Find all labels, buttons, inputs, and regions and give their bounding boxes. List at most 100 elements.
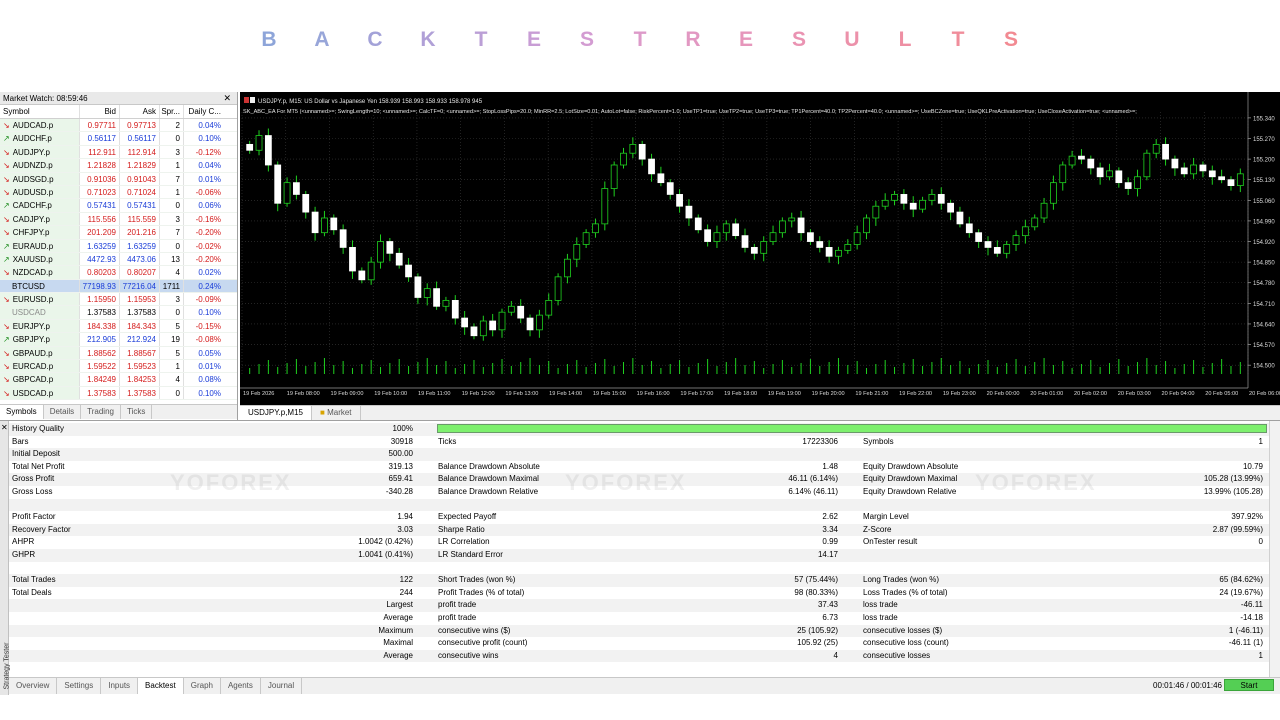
tab-journal[interactable]: Journal [261,678,303,694]
market-watch-row[interactable]: ↘ NZDCAD.p 0.80203 0.80207 4 0.02% [0,266,237,280]
market-watch-row[interactable]: ↘ EURUSD.p 1.15950 1.15953 3 -0.09% [0,293,237,307]
bear-candle [984,241,992,248]
tab-inputs[interactable]: Inputs [101,678,139,694]
market-watch-row[interactable]: ↗ GBPJPY.p 212.905 212.924 19 -0.08% [0,333,237,347]
tab-symbols[interactable]: Symbols [0,405,44,419]
market-watch-row[interactable]: ↘ USDCAD.p 1.37583 1.37583 0 0.10% [0,386,237,401]
bear-candle [816,241,824,248]
close-icon[interactable]: ✕ [1,423,8,432]
market-watch-row[interactable]: ↘ AUDJPY.p 112.911 112.914 3 -0.12% [0,145,237,160]
column-bid[interactable]: Bid [80,105,120,118]
close-icon[interactable]: ✕ [223,92,231,105]
report-label: consecutive profit (count) [438,638,528,648]
arrow-down-icon: ↘ [3,121,10,130]
banner-letter: T [633,28,647,51]
column-symbol[interactable]: Symbol [0,105,80,118]
report-label: Total Trades [12,575,56,585]
market-watch-row[interactable]: ↗ CADCHF.p 0.57431 0.57431 0 0.06% [0,199,237,213]
bear-candle [807,232,814,242]
bull-candle [498,311,506,331]
strategy-tester-panel: ✕ Strategy Tester History Quality 100% Bar… [0,420,1280,695]
price-chart[interactable]: 155.340 155.270 155.200 155.130 155.060 154.9… [240,92,1280,405]
market-watch-row[interactable]: ↘ AUDNZD.p 1.21828 1.21829 1 0.04% [0,159,237,173]
market-watch-row[interactable]: ↘ GBPCAD.p 1.84249 1.84253 4 0.08% [0,373,237,387]
tab-usdjpy-chart[interactable]: USDJPY.p,M15 [240,406,312,420]
market-watch-row[interactable]: ↘ GBPAUD.p 1.88562 1.88567 5 0.05% [0,346,237,361]
report-value: 13.99% (105.28) [1203,487,1263,496]
bear-candle [657,173,665,184]
report-value: 244 [399,587,413,597]
spread-cell: 0 [160,239,184,252]
tab-backtest[interactable]: Backtest [138,678,184,694]
bull-candle [1190,164,1197,175]
report-value: 0 [1258,537,1263,547]
column-daily-change[interactable]: Daily C... [184,105,224,118]
bear-candle [965,223,973,234]
bid-cell: 0.91036 [80,172,120,185]
tab-settings[interactable]: Settings [57,678,102,694]
market-watch-header: Symbol Bid Ask Spr... Daily C... [0,105,237,119]
report-value: -14.18 [1240,613,1263,622]
symbol-name: USDCAD.p [12,388,54,398]
symbol-cell: ↗ AUDCHF.p [0,132,80,145]
market-watch-row[interactable]: ↘ EURJPY.p 184.338 184.343 5 -0.15% [0,319,237,334]
spread-cell: 5 [160,346,184,360]
market-watch-row[interactable]: ↘ CHFJPY.p 201.209 201.216 7 -0.20% [0,226,237,240]
chart-icon [244,97,249,103]
bear-candle [433,288,440,307]
arrow-down-icon: ↘ [3,228,10,238]
market-watch-row[interactable]: BTCUSD 77198.93 77216.04 1711 0.24% [0,279,237,294]
tab-trading[interactable]: Trading [81,405,121,419]
report-value: 57 (75.44%) [794,575,838,585]
column-ask[interactable]: Ask [120,105,160,118]
tab-market[interactable]: ■ Market [312,406,361,420]
report-row: Largest profit trade 37.43 loss trade -46.11 [9,599,1269,612]
report-value: 98 (80.33%) [794,587,838,597]
banner-letter: T [474,28,488,51]
market-watch-title: Market Watch: 08:59:46 [3,94,88,103]
change-cell: 0.04% [198,161,221,171]
market-watch-row[interactable]: ↘ CADJPY.p 115.556 115.559 3 -0.16% [0,212,237,227]
time-label: 19 Feb 2026 [243,391,274,397]
market-watch-row[interactable]: ↘ AUDSGD.p 0.91036 0.91043 7 0.01% [0,172,237,186]
market-watch-row[interactable]: ↘ AUDCAD.p 0.97711 0.97713 2 0.04% [0,119,237,133]
banner-letter: E [738,28,753,51]
report-value: 1 (-46.11) [1228,625,1263,635]
symbol-cell: ↗ EURAUD.p [0,239,80,252]
tester-tabs: Overview Settings Inputs Backtest Graph Agent… [9,677,1280,694]
symbol-name: AUDCAD.p [12,121,54,130]
watermark-text: YOFOREX [565,470,687,495]
bull-candle [423,288,431,298]
market-watch-row[interactable]: ↗ EURAUD.p 1.63259 1.63259 0 -0.02% [0,239,237,253]
tab-graph[interactable]: Graph [184,678,221,694]
market-watch-row[interactable]: ↘ EURCAD.p 1.59522 1.59523 1 0.01% [0,360,237,374]
bull-candle [1021,226,1029,237]
ask-cell: 0.97713 [120,119,160,132]
bull-candle [1031,217,1039,228]
time-label: 20 Feb 04:00 [1162,391,1195,397]
symbol-cell: ↘ EURUSD.p [0,293,80,306]
bid-cell: 201.209 [80,226,120,239]
chart-canvas[interactable]: 155.340 155.270 155.200 155.130 155.060 154.9… [240,92,1280,405]
tab-details[interactable]: Details [44,405,82,419]
market-watch-row[interactable]: ↗ XAUUSD.p 4472.93 4473.06 13 -0.20% [0,252,237,267]
price-label: 154.570 [1253,343,1275,349]
tab-agents[interactable]: Agents [221,678,261,694]
change-cell: -0.09% [195,295,221,305]
spread-cell: 0 [160,306,184,319]
market-watch-row[interactable]: ↘ AUDUSD.p 0.71023 0.71024 1 -0.06% [0,185,237,200]
report-value: 105.92 (25) [797,638,838,648]
market-watch-row[interactable]: ↗ AUDCHF.p 0.56117 0.56117 0 0.10% [0,132,237,146]
column-spread[interactable]: Spr... [160,105,184,118]
spread-cell: 4 [160,266,184,279]
report-row: Total Deals 244 Profit Trades (% of total)… [9,587,1269,600]
ask-cell: 1.37583 [120,306,160,319]
tester-scrollbar[interactable] [1269,421,1280,677]
tab-overview[interactable]: Overview [9,678,58,694]
tab-ticks[interactable]: Ticks [121,405,153,419]
ask-cell: 201.216 [120,226,160,239]
start-button[interactable]: Start [1224,679,1274,691]
bear-candle [330,217,338,231]
bid-cell: 1.15950 [80,293,120,306]
market-watch-row[interactable]: USDCAD 1.37583 1.37583 0 0.10% [0,306,237,320]
